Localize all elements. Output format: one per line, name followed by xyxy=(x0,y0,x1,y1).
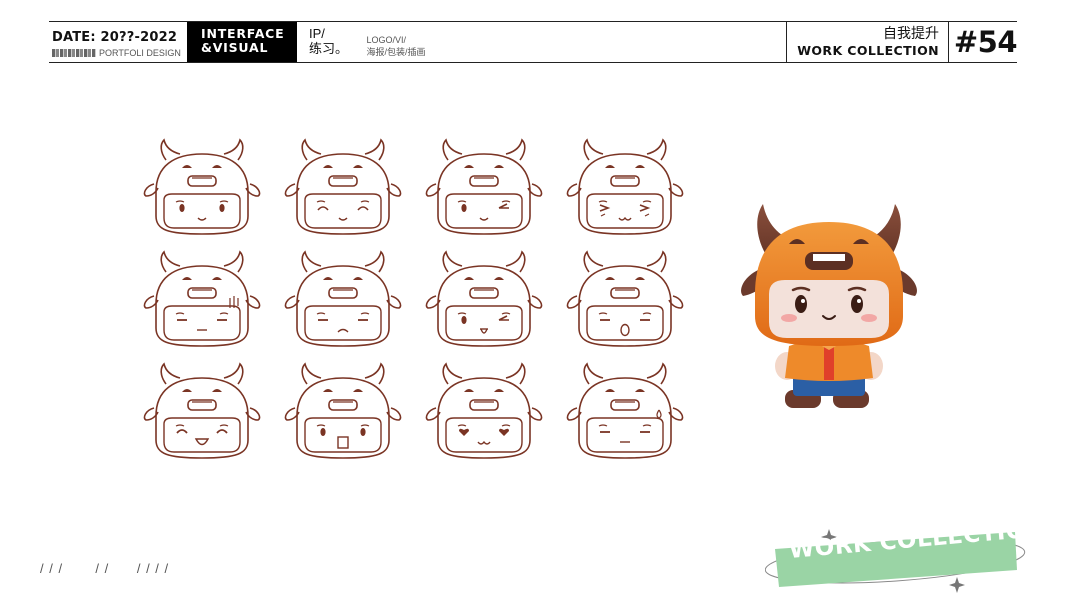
category-cell: INTERFACE &VISUAL xyxy=(187,22,297,62)
work-cell: 自我提升 WORK COLLECTION xyxy=(786,22,949,62)
face-window xyxy=(769,280,889,338)
cow-head-icon xyxy=(284,250,402,347)
expression-face xyxy=(422,138,546,238)
expression-face xyxy=(563,138,687,238)
cow-head-icon xyxy=(425,138,543,235)
header-bar: DATE: 20??-2022 PORTFOLI DESIGN INTERFAC… xyxy=(49,21,1018,63)
hat-teeth xyxy=(813,254,845,261)
expression-face xyxy=(140,138,264,238)
work-title-en: WORK COLLECTION xyxy=(797,43,939,58)
expression-face xyxy=(281,362,405,462)
work-title-cn: 自我提升 xyxy=(883,25,939,41)
cow-head-icon xyxy=(566,362,684,459)
cow-head-icon xyxy=(143,250,261,347)
cow-head-icon xyxy=(143,138,261,235)
mascot-illustration xyxy=(733,198,925,414)
expression-face xyxy=(281,138,405,238)
cow-head-icon xyxy=(566,250,684,347)
mini-logo-icon xyxy=(52,49,96,57)
category-line-2: &VISUAL xyxy=(201,40,269,55)
left-blush xyxy=(781,314,797,322)
project-sub-line-2: 海报/包装/插画 xyxy=(366,47,426,57)
cow-head-icon xyxy=(143,362,261,459)
expression-face xyxy=(563,362,687,462)
page-number: #54 xyxy=(953,25,1018,59)
project-sub-line-1: LOGO/VI/ xyxy=(366,35,406,45)
portfolio-sub-label: PORTFOLI DESIGN xyxy=(99,48,181,58)
decorative-slashes: / / / / / / / / / xyxy=(40,561,170,576)
work-collection-badge: WORK COLLECTION xyxy=(765,516,1047,595)
category-line-1: INTERFACE xyxy=(201,26,285,41)
cow-head-icon xyxy=(284,138,402,235)
expression-face xyxy=(563,250,687,350)
right-blush xyxy=(861,314,877,322)
date-cell: DATE: 20??-2022 PORTFOLI DESIGN xyxy=(49,22,187,62)
mascot-svg xyxy=(741,204,917,408)
project-title: IP/ 练习。 xyxy=(309,26,348,56)
project-title-line-1: IP/ xyxy=(309,26,325,41)
expression-face xyxy=(140,250,264,350)
project-cell: IP/ 练习。 LOGO/VI/ 海报/包装/插画 xyxy=(297,22,587,62)
cow-head-icon xyxy=(425,362,543,459)
expression-face xyxy=(422,250,546,350)
right-eye xyxy=(851,295,863,313)
cow-head-icon xyxy=(425,250,543,347)
left-eye xyxy=(795,295,807,313)
page-number-cell: #54 xyxy=(949,22,1018,62)
expression-face xyxy=(281,250,405,350)
cow-head-icon xyxy=(566,138,684,235)
project-title-line-2: 练习。 xyxy=(309,41,349,56)
date-label: DATE: 20??-2022 xyxy=(52,30,178,45)
portfolio-sub: PORTFOLI DESIGN xyxy=(52,48,187,58)
expression-face xyxy=(140,362,264,462)
cow-head-icon xyxy=(284,362,402,459)
expression-grid xyxy=(140,138,700,468)
expression-face xyxy=(422,362,546,462)
sparkle-icon-2 xyxy=(949,577,965,593)
project-sub: LOGO/VI/ 海报/包装/插画 xyxy=(366,34,425,58)
